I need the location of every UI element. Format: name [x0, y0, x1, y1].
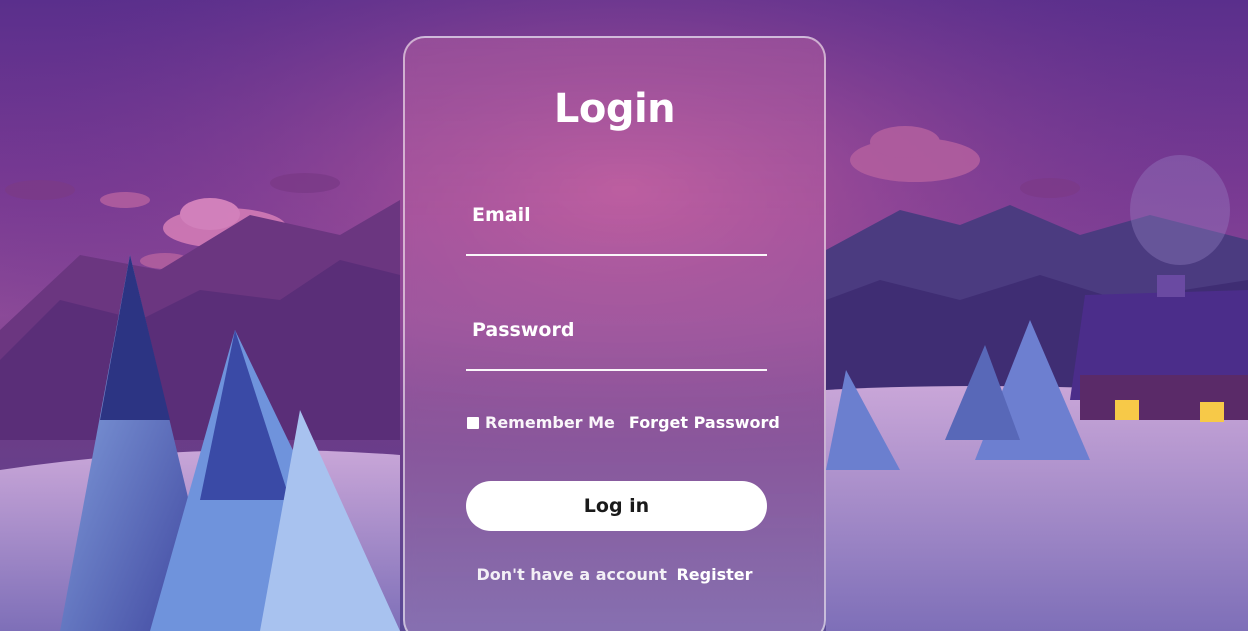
login-button[interactable]: Log in	[466, 481, 767, 531]
remember-row: Remember Me Forget Password	[467, 413, 780, 432]
register-prompt: Don't have a account	[476, 565, 667, 584]
login-title: Login	[553, 86, 676, 132]
login-card: Login Email Password Remember Me Forget …	[403, 36, 826, 631]
register-link[interactable]: Register	[676, 565, 752, 584]
remember-me-checkbox[interactable]	[467, 416, 479, 429]
email-field[interactable]: Email	[466, 202, 767, 256]
register-row: Don't have a account Register	[405, 565, 824, 584]
email-label: Email	[472, 204, 531, 226]
password-label: Password	[472, 319, 575, 341]
login-page: Login Email Password Remember Me Forget …	[0, 0, 1248, 631]
forgot-password-link[interactable]: Forget Password	[629, 413, 780, 432]
remember-me-label[interactable]: Remember Me	[485, 413, 615, 432]
password-field[interactable]: Password	[466, 317, 767, 371]
